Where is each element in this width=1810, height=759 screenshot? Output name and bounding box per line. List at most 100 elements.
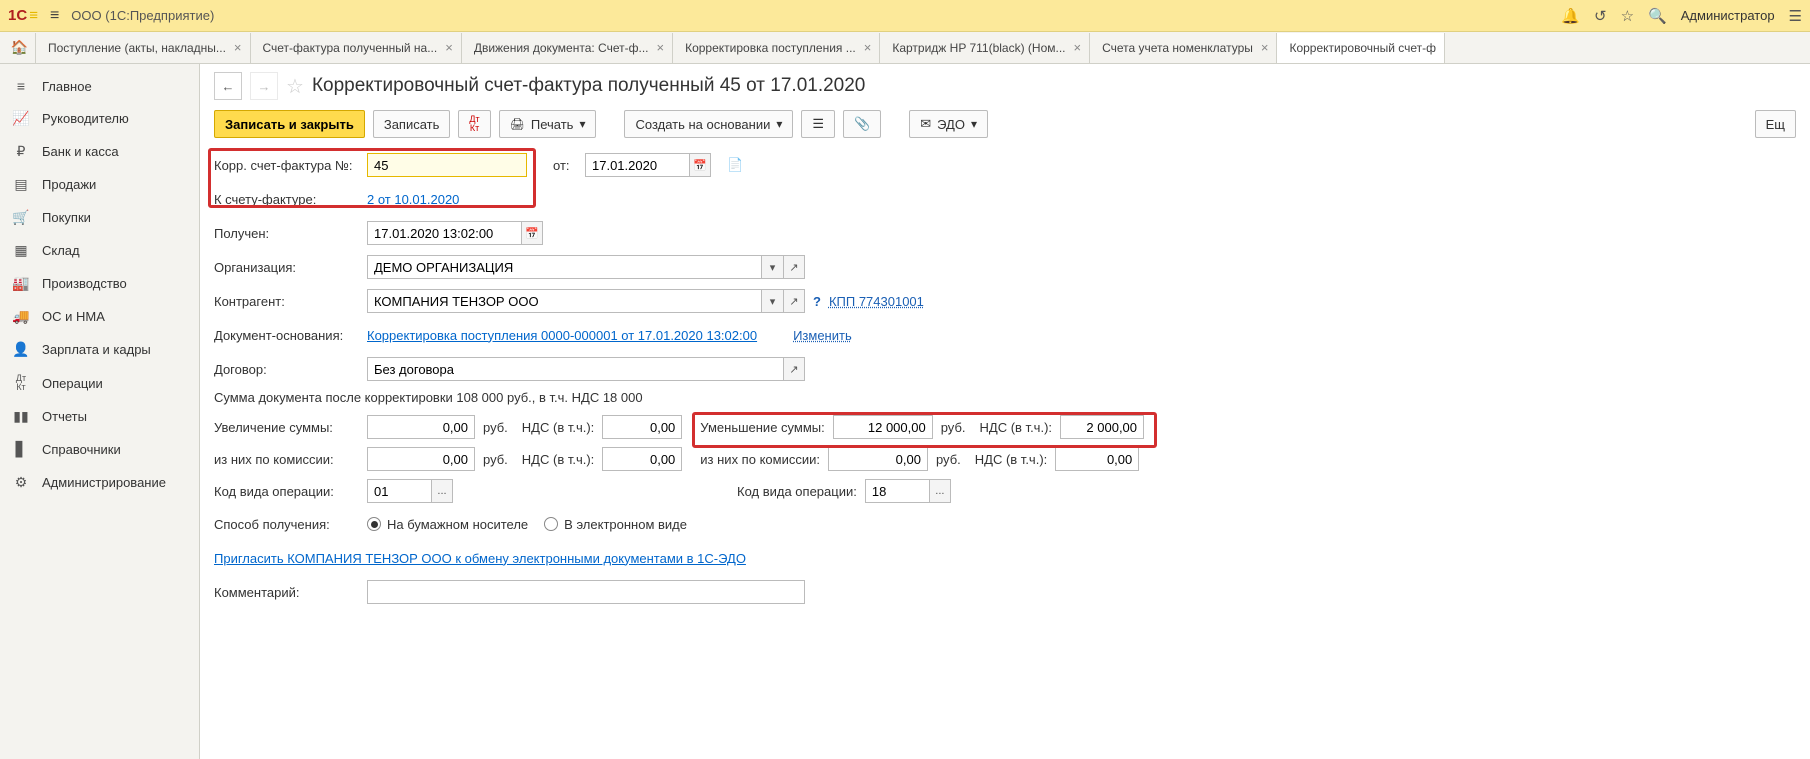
print-label: Печать <box>531 117 574 132</box>
nav-purchases[interactable]: 🛒Покупки <box>0 201 199 234</box>
kpp-link[interactable]: КПП 774301001 <box>829 294 924 309</box>
change-link[interactable]: Изменить <box>793 328 852 343</box>
dtkt-button[interactable]: ДтКт <box>458 110 490 138</box>
tab-3[interactable]: Корректировка поступления ...× <box>673 33 880 63</box>
close-icon[interactable]: × <box>445 40 453 55</box>
create-based-button[interactable]: Создать на основании▾ <box>624 110 793 138</box>
commission-inc-vat-input[interactable] <box>602 447 682 471</box>
save-button[interactable]: Записать <box>373 110 451 138</box>
received-input[interactable] <box>367 221 521 245</box>
counterparty-input[interactable] <box>367 289 761 313</box>
dtkt-icon: ДтКт <box>12 374 30 392</box>
org-input[interactable] <box>367 255 761 279</box>
basis-link[interactable]: Корректировка поступления 0000-000001 от… <box>367 328 757 343</box>
user-name[interactable]: Администратор <box>1681 8 1775 23</box>
nav-reports[interactable]: ▮▮Отчеты <box>0 400 199 433</box>
nav-label: Администрирование <box>42 475 166 490</box>
decrease-input[interactable] <box>833 415 933 439</box>
more-button[interactable]: Ещ <box>1755 110 1796 138</box>
printer-icon: 🖨 <box>510 117 525 131</box>
decrease-vat-input[interactable] <box>1060 415 1144 439</box>
search-icon[interactable]: 🔍 <box>1648 7 1667 25</box>
home-tab[interactable]: 🏠 <box>4 33 36 63</box>
rub-unit: руб. <box>941 420 966 435</box>
increase-label: Увеличение суммы: <box>214 420 359 435</box>
chevron-down-icon[interactable]: ▾ <box>761 255 783 279</box>
nav-operations[interactable]: ДтКтОперации <box>0 366 199 400</box>
nav-label: Производство <box>42 276 127 291</box>
structure-button[interactable]: ☰ <box>801 110 835 138</box>
nav-hr[interactable]: 👤Зарплата и кадры <box>0 333 199 366</box>
comment-input[interactable] <box>367 580 805 604</box>
nav-production[interactable]: 🏭Производство <box>0 267 199 300</box>
nav-assets[interactable]: 🚚ОС и НМА <box>0 300 199 333</box>
chevron-down-icon: ▾ <box>971 117 977 131</box>
close-icon[interactable]: × <box>657 40 665 55</box>
edo-button[interactable]: ✉ЭДО▾ <box>909 110 988 138</box>
open-icon[interactable]: ↗ <box>783 255 805 279</box>
help-icon[interactable]: ? <box>813 294 821 309</box>
commission-dec-vat-input[interactable] <box>1055 447 1139 471</box>
increase-input[interactable] <box>367 415 475 439</box>
rub-unit: руб. <box>483 452 508 467</box>
nav-manager[interactable]: 📈Руководителю <box>0 102 199 135</box>
radio-electronic-label: В электронном виде <box>564 517 687 532</box>
nav-bank[interactable]: ₽Банк и касса <box>0 135 199 168</box>
truck-icon: 🚚 <box>12 308 30 325</box>
invite-link[interactable]: Пригласить КОМПАНИЯ ТЕНЗОР ООО к обмену … <box>214 551 746 566</box>
radio-group: На бумажном носителе В электронном виде <box>367 517 687 532</box>
back-button[interactable]: ← <box>214 72 242 100</box>
favorite-star-icon[interactable]: ☆ <box>286 74 304 99</box>
open-icon[interactable]: ↗ <box>783 289 805 313</box>
radio-paper[interactable]: На бумажном носителе <box>367 517 528 532</box>
paperclip-icon: 📎 <box>854 116 870 132</box>
increase-vat-input[interactable] <box>602 415 682 439</box>
open-icon[interactable]: ↗ <box>783 357 805 381</box>
row-basis: Документ-основания: Корректировка поступ… <box>214 322 1796 348</box>
close-icon[interactable]: × <box>864 40 872 55</box>
date-input[interactable] <box>585 153 689 177</box>
calendar-icon[interactable]: 📅 <box>689 153 711 177</box>
nav-main[interactable]: ≡Главное <box>0 70 199 102</box>
topbar: 1C≡ ≡ ООО (1С:Предприятие) 🔔 ↺ ☆ 🔍 Админ… <box>0 0 1810 32</box>
to-invoice-link[interactable]: 2 от 10.01.2020 <box>367 192 459 207</box>
tab-2[interactable]: Движения документа: Счет-ф...× <box>462 33 673 63</box>
bell-icon[interactable]: 🔔 <box>1561 7 1580 25</box>
save-close-button[interactable]: Записать и закрыть <box>214 110 365 138</box>
close-icon[interactable]: × <box>234 40 242 55</box>
print-button[interactable]: 🖨Печать▾ <box>499 110 597 138</box>
tab-4[interactable]: Картридж HP 711(black) (Ном...× <box>880 33 1090 63</box>
commission-inc-input[interactable] <box>367 447 475 471</box>
calendar-icon[interactable]: 📅 <box>521 221 543 245</box>
nav-warehouse[interactable]: ▦Склад <box>0 234 199 267</box>
chevron-down-icon[interactable]: ▾ <box>761 289 783 313</box>
opcode-dec-input[interactable] <box>865 479 929 503</box>
attach-button[interactable]: 📎 <box>843 110 881 138</box>
close-icon[interactable]: × <box>1261 40 1269 55</box>
forward-button[interactable]: → <box>250 72 278 100</box>
menu-icon[interactable]: ≡ <box>50 7 59 25</box>
close-icon[interactable]: × <box>1074 40 1082 55</box>
settings-bars-icon[interactable]: ☰ <box>1789 7 1802 25</box>
radio-electronic[interactable]: В электронном виде <box>544 517 687 532</box>
nav-sales[interactable]: ▤Продажи <box>0 168 199 201</box>
contract-combo: ↗ <box>367 357 805 381</box>
comment-label: Комментарий: <box>214 585 359 600</box>
grid-icon: ▦ <box>12 242 30 259</box>
ellipsis-icon[interactable]: ... <box>929 479 951 503</box>
opcode-inc-input[interactable] <box>367 479 431 503</box>
nav-admin[interactable]: ⚙Администрирование <box>0 466 199 499</box>
nav-directories[interactable]: ▋Справочники <box>0 433 199 466</box>
radio-paper-label: На бумажном носителе <box>387 517 528 532</box>
history-icon[interactable]: ↺ <box>1594 7 1607 25</box>
tab-0[interactable]: Поступление (акты, накладны...× <box>36 33 251 63</box>
tab-5[interactable]: Счета учета номенклатуры× <box>1090 33 1277 63</box>
status-icon[interactable]: 📄 <box>727 157 743 173</box>
star-icon[interactable]: ☆ <box>1621 7 1634 25</box>
ellipsis-icon[interactable]: ... <box>431 479 453 503</box>
number-input[interactable] <box>367 153 527 177</box>
tab-1[interactable]: Счет-фактура полученный на...× <box>251 33 462 63</box>
tab-6-active[interactable]: Корректировочный счет-ф <box>1277 33 1445 63</box>
contract-input[interactable] <box>367 357 783 381</box>
commission-dec-input[interactable] <box>828 447 928 471</box>
